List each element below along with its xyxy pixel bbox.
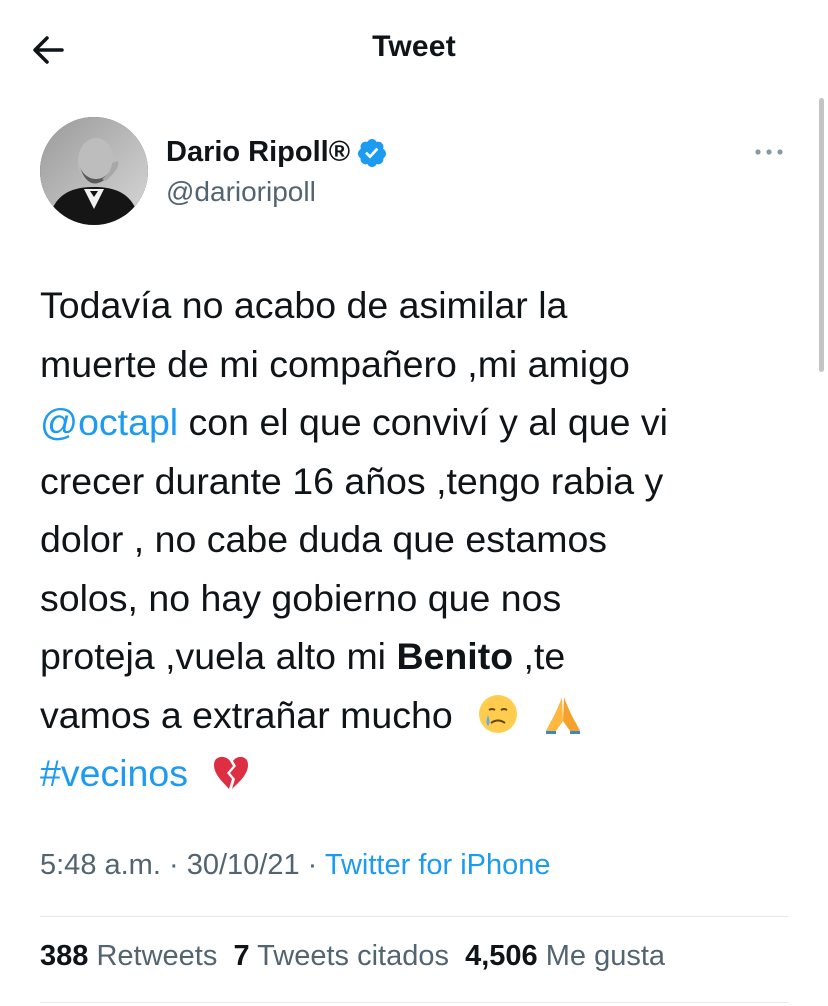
quotes-label: Tweets citados bbox=[257, 940, 449, 972]
tweet-line: proteja ,vuela alto mi Benito ,te bbox=[40, 627, 800, 686]
likes-label: Me gusta bbox=[545, 940, 666, 972]
scrollbar[interactable] bbox=[819, 98, 824, 372]
tweet-line: crecer durante 16 años ,tengo rabia y bbox=[40, 459, 664, 502]
tweet-text-segment: con el que conviví y al que vi bbox=[178, 401, 669, 443]
verified-badge-icon bbox=[358, 138, 387, 167]
retweets-label: Retweets bbox=[96, 940, 218, 972]
page-title: Tweet bbox=[372, 30, 456, 63]
folded-hands-emoji bbox=[545, 696, 580, 734]
tweet-line: #vecinos bbox=[40, 744, 800, 803]
avatar[interactable] bbox=[40, 117, 148, 225]
tweet-time: 5:48 a.m. bbox=[40, 849, 161, 881]
tweet-text-segment: ,te bbox=[513, 635, 566, 677]
likes-count: 4,506 bbox=[465, 940, 538, 972]
tweet-line: muerte de mi compañero ,mi amigo bbox=[40, 342, 630, 385]
author-handle[interactable]: @darioripoll bbox=[166, 176, 316, 208]
retweets-count: 388 bbox=[40, 940, 89, 972]
tweet-date: 30/10/21 bbox=[186, 849, 300, 881]
author-display-name[interactable]: Dario Ripoll® bbox=[166, 136, 350, 169]
divider bbox=[40, 916, 788, 917]
tweet-text-segment: proteja ,vuela alto mi bbox=[40, 635, 397, 677]
divider bbox=[40, 1002, 788, 1003]
more-options-icon bbox=[755, 149, 783, 155]
meta-separator: · bbox=[307, 849, 318, 881]
broken-heart-emoji bbox=[214, 756, 249, 789]
more-options-button[interactable] bbox=[752, 140, 786, 164]
tweet-source-link[interactable]: Twitter for iPhone bbox=[325, 849, 551, 881]
mention-link[interactable]: @octapl bbox=[40, 401, 178, 443]
tweet-stats: 388 Retweets 7 Tweets citados 4,506 Me g… bbox=[40, 940, 665, 973]
tweet-text: Todavía no acabo de asimilar la muerte d… bbox=[40, 276, 800, 803]
tweet-line: solos, no hay gobierno que nos bbox=[40, 576, 562, 619]
tweet-line: dolor , no cabe duda que estamos bbox=[40, 518, 608, 560]
tweet-text-segment: vamos a extrañar mucho bbox=[40, 693, 453, 736]
likes-stat[interactable]: 4,506 Me gusta bbox=[465, 940, 665, 972]
meta-separator: · bbox=[168, 849, 179, 881]
hashtag-link[interactable]: #vecinos bbox=[40, 752, 188, 794]
bold-name: Benito bbox=[396, 635, 514, 677]
tweet-line: @octapl con el que conviví y al que vi bbox=[40, 393, 800, 452]
tweet-line: Todavía no acabo de asimilar la bbox=[40, 284, 568, 326]
author-name-row[interactable]: Dario Ripoll® bbox=[166, 136, 388, 169]
quotes-stat[interactable]: 7 Tweets citados bbox=[233, 940, 449, 972]
retweets-stat[interactable]: 388 Retweets bbox=[40, 940, 217, 972]
top-bar: Tweet bbox=[0, 0, 828, 98]
quotes-count: 7 bbox=[233, 940, 250, 972]
tweet-line: vamos a extrañar mucho bbox=[40, 686, 800, 745]
tweet-meta: 5:48 a.m. · 30/10/21 · Twitter for iPhon… bbox=[40, 849, 551, 882]
crying-face-emoji bbox=[479, 694, 518, 733]
